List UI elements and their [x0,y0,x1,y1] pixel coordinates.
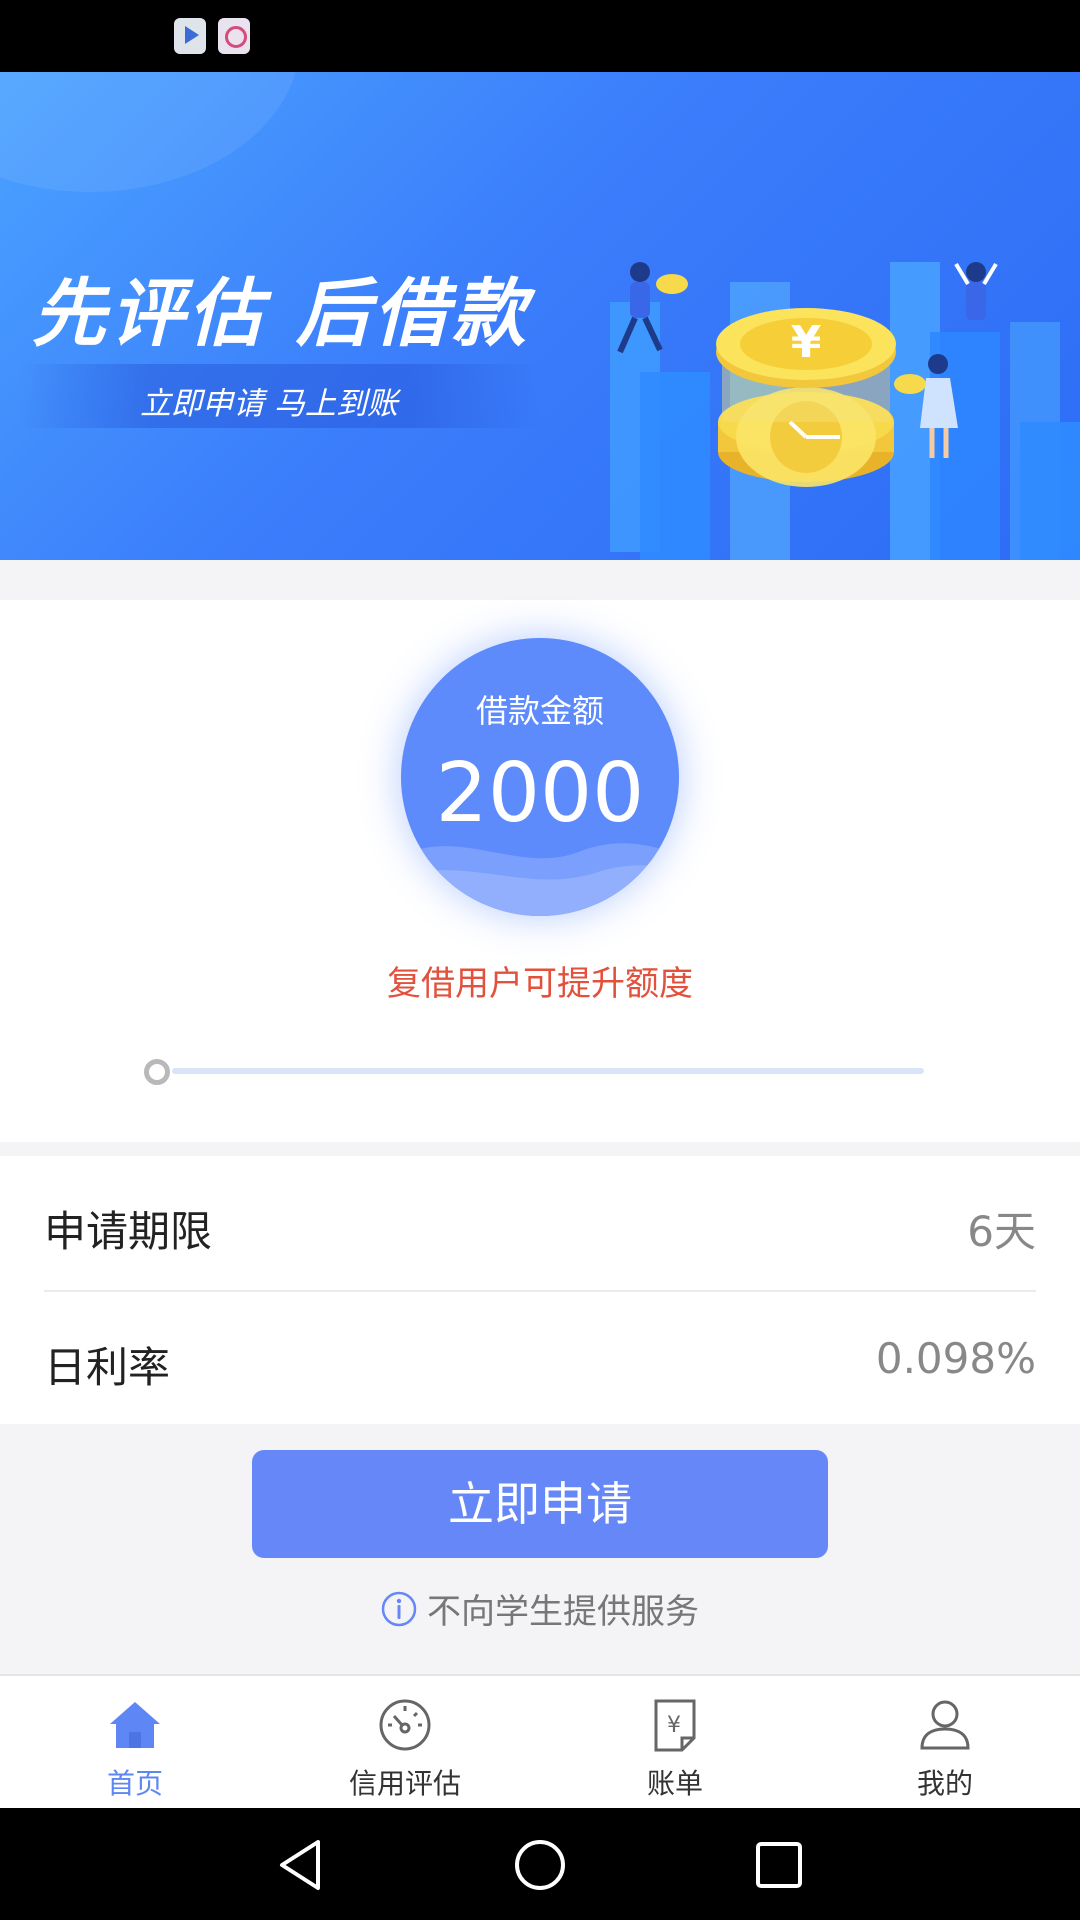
nav-label-credit: 信用评估 [348,1767,461,1800]
rate-value: 0.098% [875,1334,1036,1383]
gauge-icon [379,1699,431,1751]
chat-app-icon [218,18,250,54]
amount-value: 2000 [435,746,645,841]
status-bar [0,0,1080,72]
rate-label: 日利率 [44,1343,171,1392]
loan-details: 申请期限 6天 日利率 0.098% [0,1156,1080,1424]
promo-banner[interactable]: 先评估 后借款 立即申请 马上到账 ¥ [0,72,1080,560]
banner-title: 先评估 后借款 [32,271,530,357]
detail-row-rate: 日利率 0.098% [44,1292,1036,1426]
nav-label-home: 首页 [106,1767,163,1800]
bill-icon: ¥ [654,1699,696,1752]
student-notice: 不向学生提供服务 [0,1584,1080,1632]
banner-glow [0,72,300,192]
amount-circle: 借款金额 2000 [401,638,679,916]
loan-amount-card: 借款金额 2000 复借用户可提升额度 [0,600,1080,1142]
system-nav-bar [0,1808,1080,1920]
banner-subtitle: 立即申请 马上到账 [140,386,398,422]
svg-text:¥: ¥ [667,1713,681,1738]
user-icon [920,1700,970,1750]
bottom-nav: 首页 信用评估 ¥ 账单 我的 [0,1674,1080,1810]
video-app-icon [174,18,206,54]
term-value: 6天 [967,1207,1036,1256]
nav-item-profile[interactable]: 我的 [810,1676,1080,1810]
nav-label-bills: 账单 [646,1767,703,1800]
info-icon [381,1591,417,1626]
nav-item-credit[interactable]: 信用评估 [270,1676,540,1810]
notice-text: 不向学生提供服务 [427,1592,699,1632]
term-label: 申请期限 [44,1207,213,1256]
nav-label-profile: 我的 [916,1767,973,1800]
detail-row-term: 申请期限 6天 [44,1156,1036,1292]
amount-slider-handle[interactable] [144,1059,170,1085]
home-circle-icon[interactable] [513,1838,567,1892]
banner-illustration: ¥ [610,262,1080,560]
amount-slider-track[interactable] [172,1068,924,1074]
apply-button[interactable]: 立即申请 [252,1450,828,1558]
back-icon[interactable] [274,1838,328,1892]
svg-text:¥: ¥ [791,317,822,368]
promo-text: 复借用户可提升额度 [387,964,693,1004]
amount-label: 借款金额 [475,692,604,730]
nav-item-bills[interactable]: ¥ 账单 [540,1676,810,1810]
home-icon [110,1702,160,1748]
nav-item-home[interactable]: 首页 [0,1676,270,1810]
recents-icon[interactable] [752,1838,806,1892]
